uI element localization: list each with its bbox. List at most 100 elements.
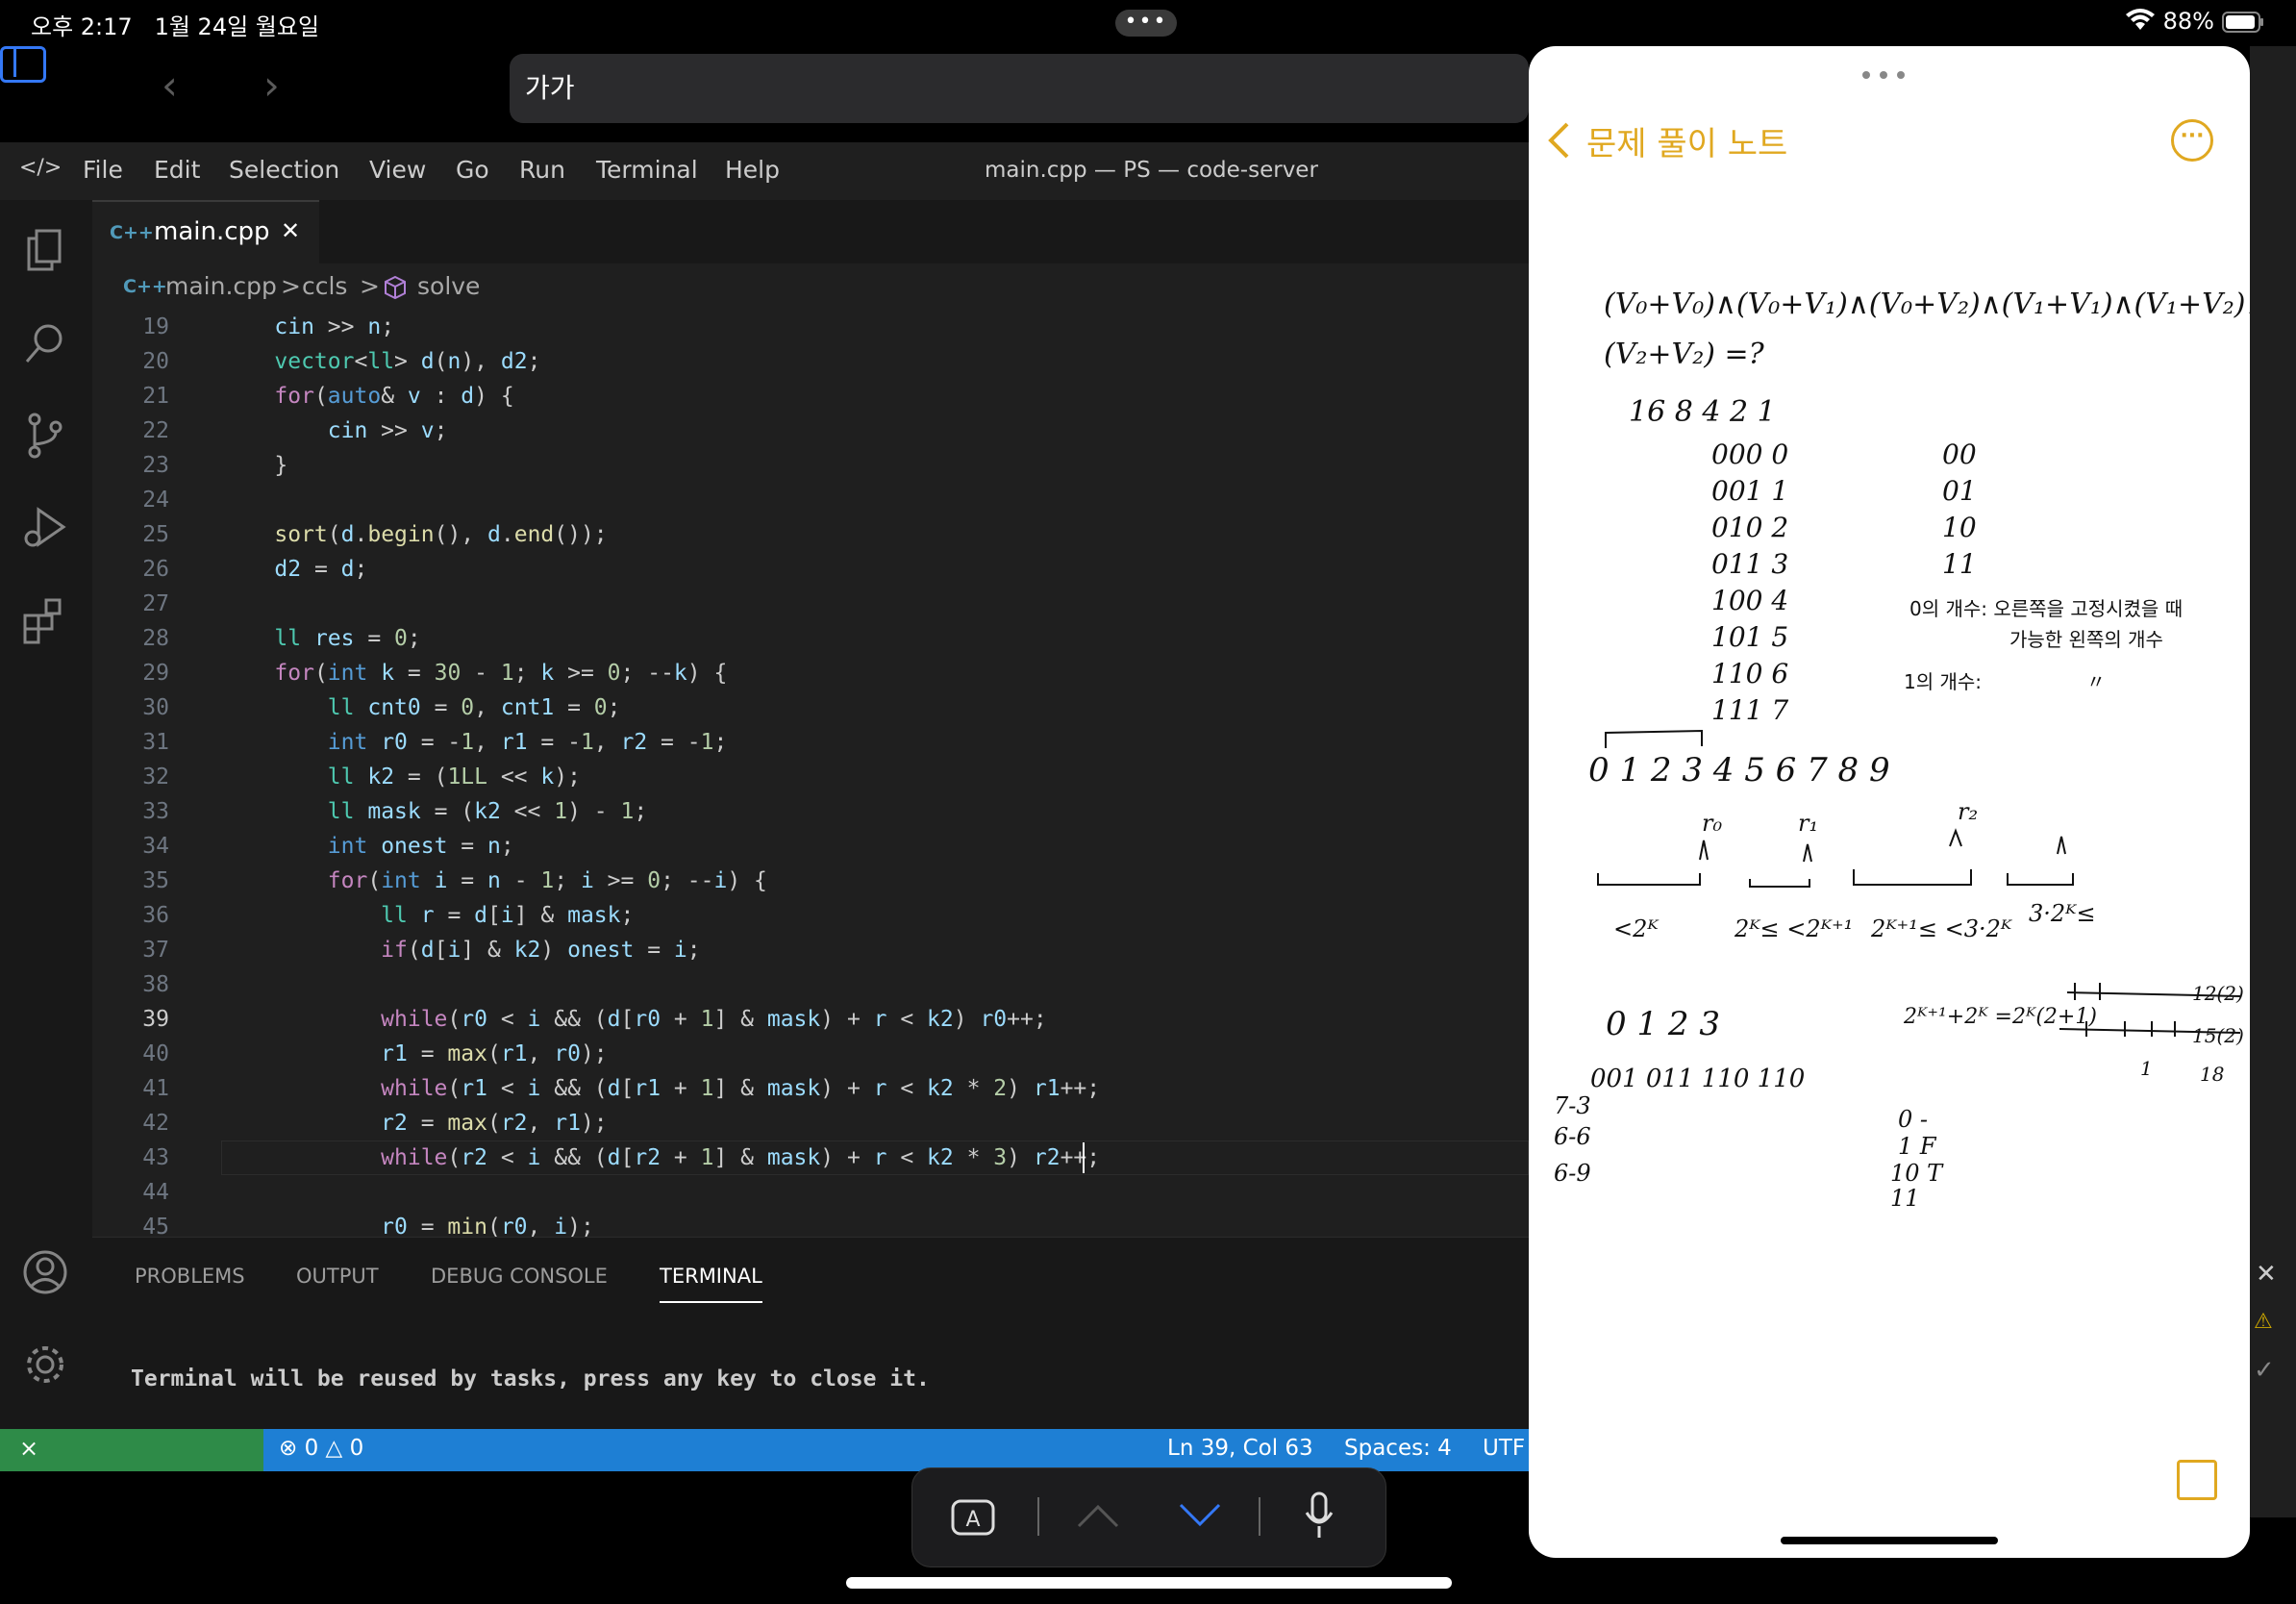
svg-text:3·2ᴷ≤: 3·2ᴷ≤: [2029, 900, 2096, 927]
forward-chevron-icon[interactable]: ›: [263, 62, 280, 109]
tab-main-cpp[interactable]: C++ main.cpp ✕: [92, 200, 319, 265]
window-title: main.cpp — PS — code-server: [985, 158, 1318, 183]
code-line[interactable]: 38: [92, 967, 1529, 1002]
code-line[interactable]: 31 int r0 = -1, r1 = -1, r2 = -1;: [92, 725, 1529, 760]
problems-counter[interactable]: ⊗ 0 △ 0: [279, 1436, 363, 1461]
multitasking-dots[interactable]: •••: [1115, 10, 1177, 37]
line-code: int onest = n;: [327, 834, 514, 859]
line-code: ll mask = (k2 << 1) - 1;: [327, 799, 648, 824]
encoding-setting[interactable]: UTF: [1483, 1436, 1525, 1461]
sidebar-toggle-button[interactable]: [0, 46, 46, 83]
code-line[interactable]: 34 int onest = n;: [92, 829, 1529, 864]
slide-over-handle[interactable]: [1859, 65, 1908, 79]
warning-icon: ⚠: [2254, 1310, 2273, 1334]
line-number: 34: [142, 834, 169, 859]
panel-tab-terminal[interactable]: TERMINAL: [660, 1265, 762, 1303]
code-line[interactable]: 27: [92, 587, 1529, 621]
menu-go[interactable]: Go: [456, 156, 489, 184]
tab-close-icon[interactable]: ✕: [281, 217, 300, 244]
line-number: 33: [142, 799, 169, 824]
chevron-up-icon[interactable]: [1076, 1501, 1120, 1530]
line-code: vector<ll> d(n), d2;: [274, 349, 541, 374]
panel-tab-output[interactable]: OUTPUT: [296, 1265, 379, 1288]
safari-toolbar: ‹ › 가가: [0, 46, 1823, 142]
line-code: ll r = d[i] & mask;: [381, 903, 635, 928]
back-chevron-icon[interactable]: ‹: [162, 62, 178, 109]
line-code: sort(d.begin(), d.end());: [274, 522, 608, 547]
warning-icon: △: [325, 1436, 343, 1461]
handwritten-note-canvas[interactable]: (V₀+V₀)∧(V₀+V₁)∧(V₀+V₂)∧(V₁+V₁)∧(V₁+V₂)∧…: [1529, 219, 2250, 1258]
compose-note-icon[interactable]: [2177, 1460, 2217, 1500]
code-line[interactable]: 29 for(int k = 30 - 1; k >= 0; --k) {: [92, 656, 1529, 690]
code-line[interactable]: 26 d2 = d;: [92, 552, 1529, 587]
breadcrumb-symbol[interactable]: solve: [417, 272, 480, 300]
search-icon[interactable]: [21, 319, 69, 367]
text-format-icon[interactable]: A: [951, 1499, 995, 1536]
extensions-icon[interactable]: [21, 596, 69, 644]
run-debug-icon[interactable]: [21, 504, 69, 552]
panel-tab-debug-console[interactable]: DEBUG CONSOLE: [431, 1265, 608, 1288]
close-icon[interactable]: ✕: [2256, 1260, 2277, 1289]
gear-icon[interactable]: [21, 1341, 69, 1389]
code-line[interactable]: 24: [92, 483, 1529, 517]
code-editor[interactable]: 19 cin >> n; 20 vector<ll> d(n), d2; 21 fo…: [92, 310, 1529, 1240]
cursor-position[interactable]: Ln 39, Col 63: [1167, 1436, 1313, 1461]
account-icon[interactable]: [21, 1248, 69, 1296]
svg-text:r₁: r₁: [1798, 810, 1818, 837]
svg-text:12(2): 12(2): [2192, 982, 2244, 1005]
code-line[interactable]: 35 for(int i = n - 1; i >= 0; --i) {: [92, 864, 1529, 898]
code-line[interactable]: 40 r1 = max(r1, r0);: [92, 1037, 1529, 1071]
code-line[interactable]: 19 cin >> n;: [92, 310, 1529, 344]
line-code: while(r1 < i && (d[r1 + 1] & mask) + r <…: [381, 1076, 1101, 1101]
notes-folder-title[interactable]: 문제 풀이 노트: [1586, 117, 1787, 164]
svg-text:000 0: 000 0: [1711, 439, 1788, 470]
microphone-icon[interactable]: [1305, 1491, 1334, 1540]
code-line[interactable]: 42 r2 = max(r2, r1);: [92, 1106, 1529, 1140]
code-line[interactable]: 32 ll k2 = (1LL << k);: [92, 760, 1529, 794]
remote-indicator[interactable]: ⨯: [0, 1429, 263, 1471]
line-number: 42: [142, 1111, 169, 1136]
code-line[interactable]: 28 ll res = 0;: [92, 621, 1529, 656]
menu-terminal[interactable]: Terminal: [596, 156, 698, 184]
menu-file[interactable]: File: [83, 156, 123, 184]
code-line[interactable]: 20 vector<ll> d(n), d2;: [92, 344, 1529, 379]
more-options-icon[interactable]: ···: [2171, 119, 2213, 162]
code-line[interactable]: 33 ll mask = (k2 << 1) - 1;: [92, 794, 1529, 829]
breadcrumb-file[interactable]: main.cpp: [165, 272, 277, 300]
code-line[interactable]: 44: [92, 1175, 1529, 1210]
terminal-output[interactable]: Terminal will be reused by tasks, press …: [131, 1366, 930, 1391]
code-line[interactable]: 25 sort(d.begin(), d.end());: [92, 517, 1529, 552]
code-line[interactable]: 30 ll cnt0 = 0, cnt1 = 0;: [92, 690, 1529, 725]
line-code: }: [221, 453, 288, 478]
panel-tab-problems[interactable]: PROBLEMS: [135, 1265, 245, 1288]
chevron-down-icon[interactable]: [1178, 1501, 1222, 1530]
code-line[interactable]: 43 while(r2 < i && (d[r2 + 1] & mask) + …: [92, 1140, 1529, 1175]
indentation-setting[interactable]: Spaces: 4: [1344, 1436, 1452, 1461]
code-line[interactable]: 21 for(auto& v : d) {: [92, 379, 1529, 414]
address-bar[interactable]: 가가: [510, 54, 1823, 123]
code-line[interactable]: 36 ll r = d[i] & mask;: [92, 898, 1529, 933]
source-control-icon[interactable]: [21, 412, 69, 460]
code-line[interactable]: 22 cin >> v;: [92, 414, 1529, 448]
line-code: ll cnt0 = 0, cnt1 = 0;: [327, 695, 621, 720]
battery-icon: [2221, 12, 2263, 33]
breadcrumb-namespace[interactable]: ccls: [302, 272, 347, 300]
explorer-files-icon[interactable]: [21, 227, 69, 275]
code-line[interactable]: 39 while(r0 < i && (d[r0 + 1] & mask) + …: [92, 1002, 1529, 1037]
code-line[interactable]: 23 }: [92, 448, 1529, 483]
svg-text:110 6: 110 6: [1711, 658, 1788, 689]
menu-selection[interactable]: Selection: [229, 156, 339, 184]
line-number: 36: [142, 903, 169, 928]
line-number: 20: [142, 349, 169, 374]
hw-left-column: 7-3 6-6 6-9: [1554, 1092, 1591, 1187]
menu-help[interactable]: Help: [725, 156, 780, 184]
code-line[interactable]: 37 if(d[i] & k2) onest = i;: [92, 933, 1529, 967]
menu-edit[interactable]: Edit: [154, 156, 200, 184]
menu-run[interactable]: Run: [519, 156, 565, 184]
back-chevron-icon[interactable]: [1546, 121, 1571, 160]
code-line[interactable]: 41 while(r1 < i && (d[r1 + 1] & mask) + …: [92, 1071, 1529, 1106]
svg-text:100 4: 100 4: [1711, 585, 1788, 616]
svg-text:11: 11: [1890, 1185, 1920, 1212]
menu-view[interactable]: View: [369, 156, 426, 184]
hw-pairs: 00 01 10 11: [1942, 439, 1977, 580]
